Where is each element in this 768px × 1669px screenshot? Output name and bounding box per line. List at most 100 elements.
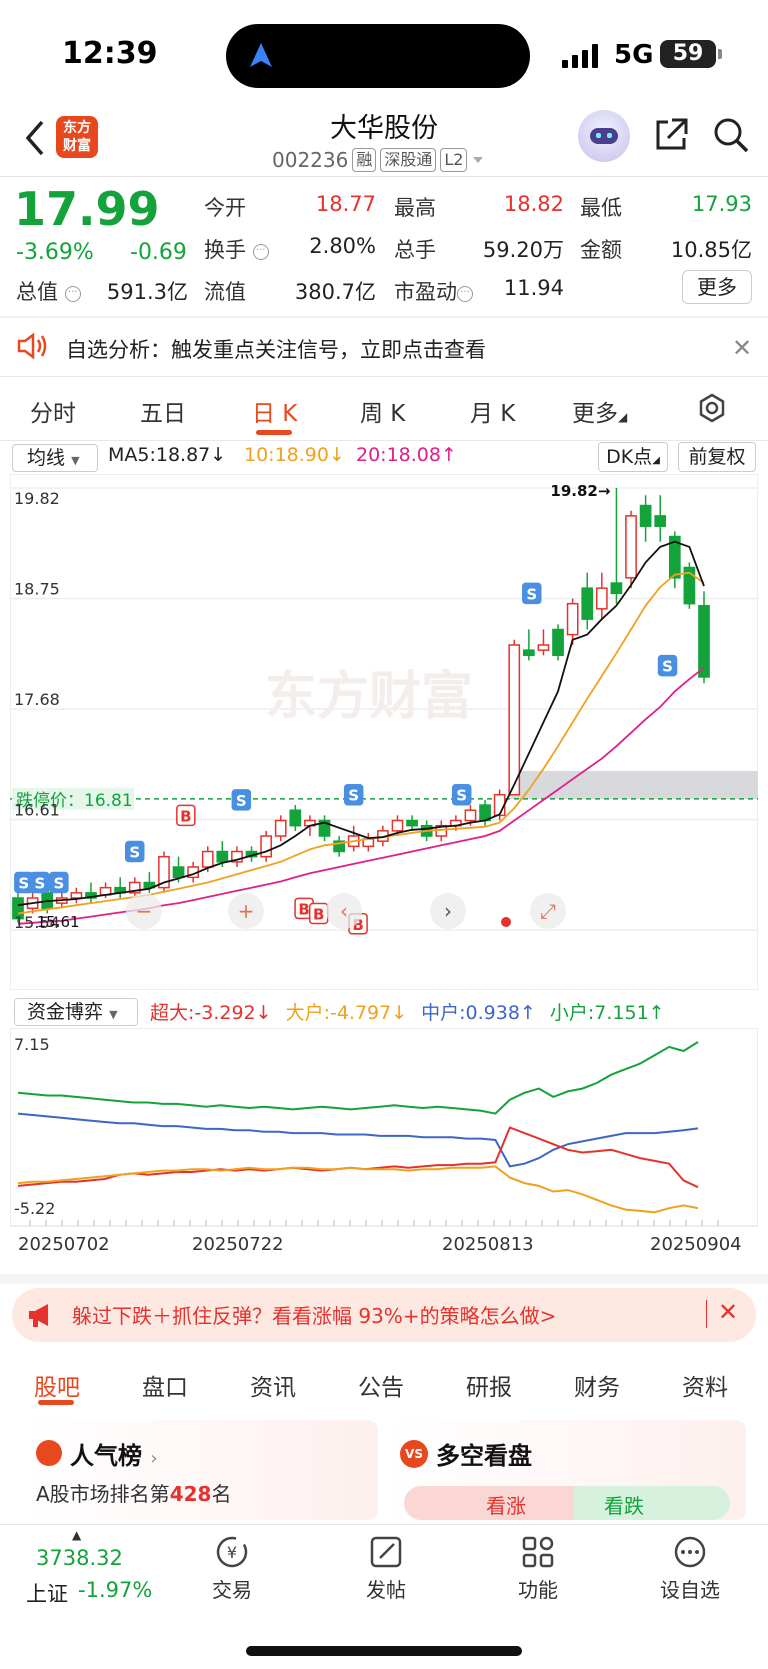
search-icon[interactable] xyxy=(712,116,750,154)
battery-tip xyxy=(718,49,722,59)
date-axis: 20250702 20250722 20250813 20250904 xyxy=(10,1234,758,1258)
nav-functions[interactable]: 功能 xyxy=(488,1534,588,1603)
legend-large: 大户:-4.797↓ xyxy=(285,1002,408,1024)
stock-code: 002236 xyxy=(272,148,349,172)
kline-chart[interactable]: 东方财富跌停价：16.8119.8218.7517.6816.6115.5419… xyxy=(10,474,758,990)
dk-point-button[interactable]: DK点◢ xyxy=(598,442,668,472)
tab-weekly-k[interactable]: 周 K xyxy=(360,394,405,428)
stock-code-row[interactable]: 002236 融 深股通 L2 xyxy=(272,146,485,174)
candle-body xyxy=(625,515,637,579)
volume-value: 59.20万 xyxy=(482,238,564,262)
bull-bear-title: 多空看盘 xyxy=(436,1442,532,1470)
nav-post-label: 发帖 xyxy=(366,1578,406,1602)
candle-body xyxy=(654,515,667,527)
candle-body xyxy=(522,649,535,657)
live-dot xyxy=(501,917,511,927)
candle-body xyxy=(552,628,564,657)
y-axis-label: 18.75 xyxy=(14,580,60,599)
popularity-title-text: 人气榜 xyxy=(70,1442,142,1470)
more-quote-button[interactable]: 更多 xyxy=(682,270,752,304)
turnover-label[interactable]: 换手 ··· xyxy=(204,234,269,264)
info-icon[interactable]: ··· xyxy=(457,286,473,302)
high-value: 18.82 xyxy=(503,192,564,216)
tab-order-book[interactable]: 盘口 xyxy=(142,1368,188,1402)
open-value: 18.77 xyxy=(315,192,376,216)
tab-more[interactable]: 更多◢ xyxy=(572,394,627,428)
low-value: 17.93 xyxy=(691,192,752,216)
fund-select-label: 资金博弈 xyxy=(27,1001,104,1023)
change-amount: -0.69 xyxy=(130,240,187,265)
popularity-rank: A股市场排名第428名 xyxy=(36,1478,231,1507)
chart-control-icon: ⤢ xyxy=(540,899,556,923)
nav-post[interactable]: 发帖 xyxy=(336,1534,436,1603)
megaphone-icon xyxy=(29,1304,48,1327)
chart-control-icon: › xyxy=(444,899,452,923)
market-cap-label[interactable]: 总值 ··· xyxy=(16,276,81,306)
edit-icon xyxy=(370,1536,402,1568)
tab-monthly-k[interactable]: 月 K xyxy=(470,394,515,428)
nav-add-watchlist-label: 设自选 xyxy=(660,1578,720,1602)
fund-flow-select[interactable]: 资金博弈 ▼ xyxy=(14,998,138,1026)
corner-triangle-icon: ◢ xyxy=(652,455,660,466)
gear-icon[interactable] xyxy=(696,392,728,424)
analysis-banner-text[interactable]: 自选分析：触发重点关注信号，立即点击查看 xyxy=(66,334,486,364)
popularity-title[interactable]: 人气榜 › xyxy=(70,1436,158,1471)
share-icon[interactable] xyxy=(652,116,690,154)
tab-announcements[interactable]: 公告 xyxy=(358,1368,404,1402)
close-icon[interactable]: ✕ xyxy=(718,1298,738,1326)
candle-body xyxy=(201,850,214,868)
tab-daily-k[interactable]: 日 K xyxy=(252,394,297,428)
promo-text[interactable]: 躲过下跌＋抓住反弹？看看涨幅 93%+的策略怎么做> xyxy=(72,1300,556,1329)
more-dots-icon xyxy=(674,1536,706,1568)
chart-watermark: 东方财富 xyxy=(265,667,473,727)
change-percent: -3.69% xyxy=(16,240,94,265)
nav-trade[interactable]: ¥ 交易 xyxy=(182,1534,282,1603)
date-label: 20250813 xyxy=(442,1234,534,1255)
nav-add-watchlist[interactable]: 设自选 xyxy=(640,1534,740,1603)
ma5-value: MA5:18.87↓ xyxy=(108,444,227,466)
index-value[interactable]: 3738.32 xyxy=(36,1546,123,1570)
tag-margin: 融 xyxy=(352,148,377,172)
dropdown-triangle-icon: ▼ xyxy=(71,454,80,467)
assistant-avatar[interactable] xyxy=(578,110,630,162)
tab-research[interactable]: 研报 xyxy=(466,1368,512,1402)
tab-profile[interactable]: 资料 xyxy=(682,1368,728,1402)
tag-connect: 深股通 xyxy=(380,148,437,172)
amount-label: 金额 xyxy=(580,238,622,262)
close-icon[interactable]: ✕ xyxy=(732,334,752,362)
dropdown-triangle-icon: ▼ xyxy=(109,1008,118,1021)
volume-label: 总手 xyxy=(394,238,436,262)
buy-signal-letter: B xyxy=(298,900,309,918)
candle-body xyxy=(289,809,302,827)
fund-flow-chart[interactable]: 7.15 -5.22 xyxy=(10,1028,758,1262)
adjust-price-button[interactable]: 前复权 xyxy=(678,442,756,472)
active-tab-indicator xyxy=(38,1400,74,1405)
high-price-marker: 19.82→ xyxy=(550,482,610,500)
rank-prefix: A股市场排名第 xyxy=(36,1482,170,1506)
open-label: 今开 xyxy=(204,196,246,220)
tab-finance[interactable]: 财务 xyxy=(574,1368,620,1402)
amount-value: 10.85亿 xyxy=(670,238,752,262)
tab-more-label: 更多 xyxy=(572,401,618,427)
info-icon[interactable]: ··· xyxy=(64,286,81,302)
info-icon[interactable]: ··· xyxy=(252,244,269,260)
candle-body xyxy=(216,850,229,863)
tab-news[interactable]: 资讯 xyxy=(250,1368,296,1402)
candle-body xyxy=(274,819,287,837)
pe-value: 11.94 xyxy=(503,276,564,300)
bear-bar[interactable] xyxy=(574,1486,730,1520)
section-gap xyxy=(0,1274,768,1284)
market-cap-value: 591.3亿 xyxy=(106,280,188,304)
legend-super-large: 超大:-3.292↓ xyxy=(150,1002,272,1024)
buy-signal-letter: B xyxy=(180,807,191,825)
tab-five-day[interactable]: 五日 xyxy=(140,394,186,428)
speaker-icon xyxy=(17,332,47,360)
dk-label: DK点 xyxy=(606,446,653,468)
index-name[interactable]: 上证 xyxy=(26,1578,68,1608)
ma-indicator-select[interactable]: 均线 ▼ xyxy=(12,444,98,472)
index-change[interactable]: -1.97% xyxy=(78,1578,152,1602)
tab-intraday[interactable]: 分时 xyxy=(30,394,76,428)
tab-forum[interactable]: 股吧 xyxy=(34,1368,80,1402)
status-time: 12:39 xyxy=(62,36,158,71)
pe-label[interactable]: 市盈动 ··· xyxy=(394,276,473,306)
